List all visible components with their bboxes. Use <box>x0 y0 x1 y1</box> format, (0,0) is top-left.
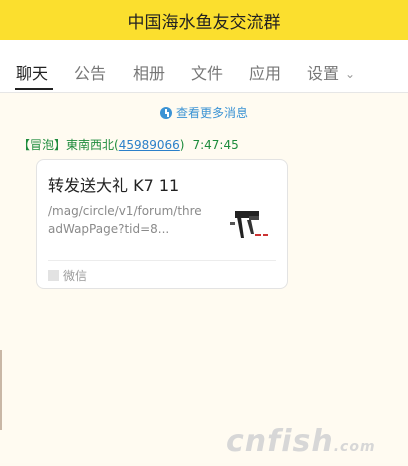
tab-settings-label: 设置 <box>307 64 340 83</box>
card-divider <box>48 260 276 261</box>
active-tab-indicator <box>15 88 53 90</box>
window-title-bar: 中国海水鱼友交流群 <box>0 0 408 40</box>
card-source: 微信 <box>48 267 87 284</box>
view-more-messages-link[interactable]: 查看更多消息 <box>0 104 408 121</box>
tab-apps[interactable]: 应用 <box>249 60 281 84</box>
chevron-down-icon: ⌄ <box>345 67 356 81</box>
message-time: 7:47:45 <box>192 138 239 152</box>
watermark-text: cnfish <box>226 424 334 459</box>
card-title: 转发送大礼 K7 11 <box>48 176 180 195</box>
view-more-messages-label: 查看更多消息 <box>175 106 248 120</box>
sender-uid-link[interactable]: 45989066 <box>119 138 180 152</box>
tab-announcements[interactable]: 公告 <box>74 60 106 84</box>
window-edge <box>0 350 2 430</box>
wechat-source-icon <box>48 270 59 281</box>
message-header: 【冒泡】東南西北(45989066) 7:47:45 <box>18 136 239 153</box>
clock-icon <box>159 107 172 119</box>
sender-role-tag: 【冒泡】 <box>18 138 67 152</box>
tab-chat[interactable]: 聊天 <box>16 60 48 84</box>
sender-name[interactable]: 東南西北 <box>66 138 114 152</box>
tab-settings[interactable]: 设置 ⌄ <box>307 60 355 84</box>
tab-files[interactable]: 文件 <box>191 60 223 84</box>
card-source-label: 微信 <box>63 269 88 283</box>
card-thumbnail <box>227 208 277 242</box>
tab-bar: 聊天 公告 相册 文件 应用 设置 ⌄ <box>0 40 408 114</box>
chat-panel[interactable]: 查看更多消息 【冒泡】東南西北(45989066) 7:47:45 转发送大礼 K… <box>0 93 408 463</box>
watermark-suffix: .com <box>333 439 376 455</box>
card-url: /mag/circle/v1/forum/threadWapPage?tid=8… <box>48 204 202 236</box>
shared-link-card[interactable]: 转发送大礼 K7 11 /mag/circle/v1/forum/threadW… <box>36 159 288 289</box>
watermark-logo: cnfish.com <box>226 423 406 461</box>
tab-album[interactable]: 相册 <box>133 60 165 84</box>
uid-close: ) <box>179 138 185 152</box>
window-title: 中国海水鱼友交流群 <box>127 12 281 33</box>
